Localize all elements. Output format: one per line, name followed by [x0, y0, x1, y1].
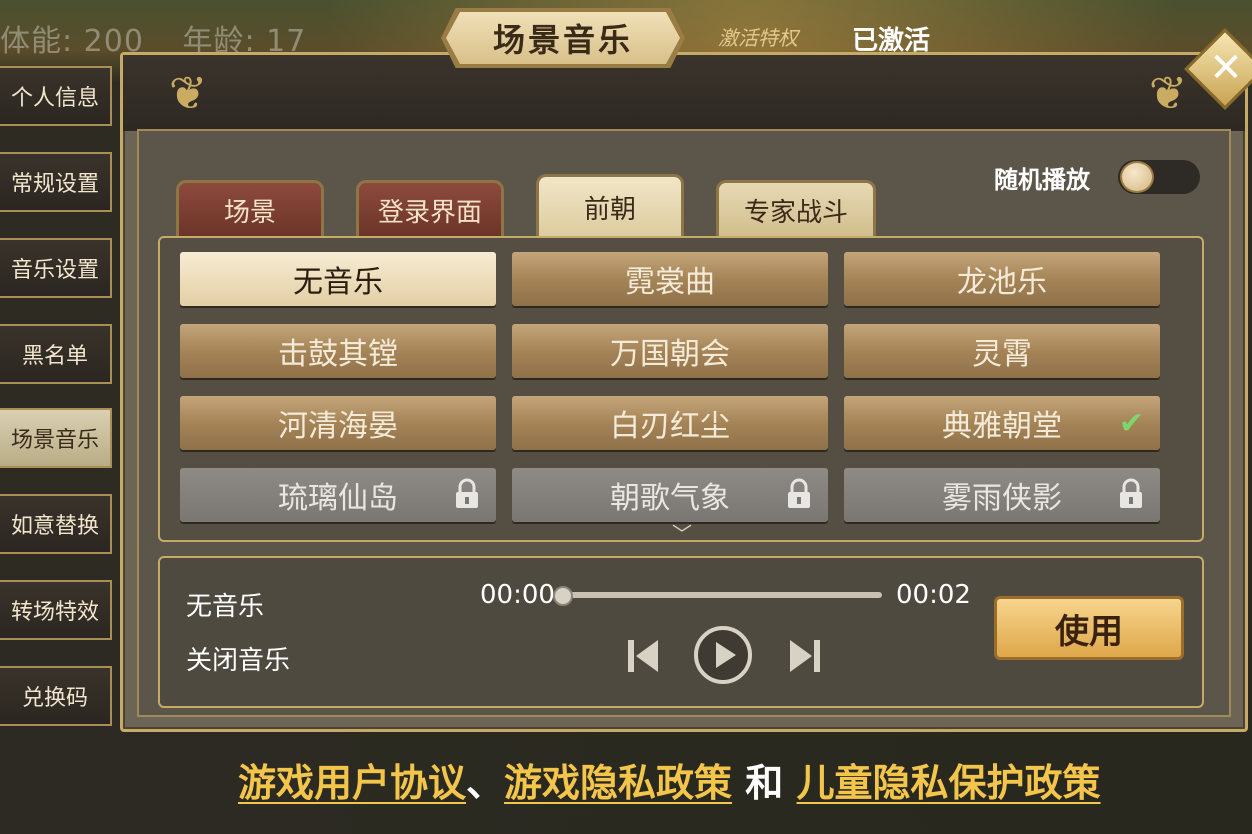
- sidebar-item-scene-music[interactable]: 场景音乐: [0, 408, 112, 468]
- tab-label: 场景: [223, 198, 276, 228]
- close-icon: ✕: [1209, 45, 1243, 91]
- lock-icon: [456, 478, 478, 508]
- sidebar-item-label: 音乐设置: [10, 258, 99, 283]
- song-title: 琉璃仙岛: [278, 481, 398, 516]
- sidebar-item-label: 个人信息: [10, 86, 99, 111]
- song-item[interactable]: 龙池乐: [844, 252, 1160, 306]
- checkmark-icon: ✔: [1118, 406, 1144, 441]
- song-title: 霓裳曲: [625, 265, 715, 300]
- song-title: 雾雨侠影: [942, 481, 1062, 516]
- progress-thumb[interactable]: [553, 586, 573, 606]
- next-track-icon[interactable]: [788, 636, 822, 676]
- random-play-label: 随机播放: [994, 166, 1090, 194]
- progress-track[interactable]: [564, 592, 882, 598]
- sidebar-item-general-settings[interactable]: 常规设置: [0, 152, 112, 212]
- tab-scene[interactable]: 场景: [176, 180, 324, 238]
- song-title: 白刃红尘: [610, 409, 730, 444]
- song-item[interactable]: 朝歌气象: [512, 468, 828, 522]
- random-play-toggle-knob[interactable]: [1120, 161, 1154, 193]
- song-title: 万国朝会: [610, 337, 730, 372]
- song-item[interactable]: 典雅朝堂 ✔: [844, 396, 1160, 450]
- privilege-status: 已激活: [852, 26, 931, 56]
- sidebar-item-redeem-code[interactable]: 兑换码: [0, 666, 112, 726]
- use-button[interactable]: 使用: [994, 596, 1184, 660]
- song-title: 龙池乐: [957, 265, 1047, 300]
- song-title: 无音乐: [293, 265, 383, 300]
- song-item[interactable]: 白刃红尘: [512, 396, 828, 450]
- tab-label: 专家战斗: [743, 198, 848, 228]
- lock-icon: [788, 478, 810, 508]
- tab-label: 登录界面: [377, 198, 482, 228]
- song-item[interactable]: 河清海晏: [180, 396, 496, 450]
- song-item[interactable]: 万国朝会: [512, 324, 828, 378]
- song-item[interactable]: 琉璃仙岛: [180, 468, 496, 522]
- lock-icon: [1120, 478, 1142, 508]
- tab-login-screen[interactable]: 登录界面: [356, 180, 504, 238]
- chevron-down-icon[interactable]: ﹀: [666, 522, 698, 546]
- play-icon: [716, 642, 736, 668]
- dragon-ornament-icon: ❦: [168, 66, 208, 120]
- song-title: 朝歌气象: [610, 481, 730, 516]
- and-text: 和: [745, 761, 784, 805]
- use-button-label: 使用: [1055, 611, 1123, 652]
- previous-track-icon[interactable]: [626, 636, 660, 676]
- song-title: 击鼓其镗: [278, 337, 398, 372]
- user-agreement-link[interactable]: 游戏用户协议: [238, 761, 466, 805]
- sidebar-item-label: 场景音乐: [10, 428, 99, 453]
- play-button[interactable]: [694, 626, 752, 684]
- sidebar-item-music-settings[interactable]: 音乐设置: [0, 238, 112, 298]
- tab-front-court[interactable]: 前朝: [536, 174, 684, 238]
- policy-links: 游戏用户协议、游戏隐私政策 和 儿童隐私保护政策: [238, 752, 1101, 807]
- now-playing-title: 无音乐: [186, 592, 265, 622]
- child-privacy-link[interactable]: 儿童隐私保护政策: [797, 761, 1101, 805]
- panel-header: [123, 55, 1245, 131]
- current-time: 00:00: [480, 580, 555, 610]
- privacy-policy-link[interactable]: 游戏隐私政策: [504, 761, 732, 805]
- song-item[interactable]: 灵霄: [844, 324, 1160, 378]
- sidebar-item-profile[interactable]: 个人信息: [0, 66, 112, 126]
- sidebar-item-label: 兑换码: [21, 686, 88, 711]
- total-time: 00:02: [896, 580, 971, 610]
- sidebar-item-transition-effects[interactable]: 转场特效: [0, 580, 112, 640]
- sidebar-item-label: 转场特效: [10, 600, 99, 625]
- sidebar-item-label: 黑名单: [21, 344, 88, 369]
- song-title: 典雅朝堂: [942, 409, 1062, 444]
- song-item[interactable]: 无音乐: [180, 252, 496, 306]
- sidebar-item-label: 常规设置: [10, 172, 99, 197]
- song-item[interactable]: 霓裳曲: [512, 252, 828, 306]
- song-title: 灵霄: [972, 337, 1032, 372]
- privilege-badge[interactable]: 激活特权: [718, 22, 798, 51]
- sidebar-item-ruyi-replace[interactable]: 如意替换: [0, 494, 112, 554]
- separator: 、: [466, 761, 505, 805]
- tab-expert-battle[interactable]: 专家战斗: [716, 180, 876, 238]
- tab-label: 前朝: [583, 195, 636, 225]
- song-item[interactable]: 雾雨侠影: [844, 468, 1160, 522]
- page-title: 场景音乐: [446, 12, 680, 64]
- song-item[interactable]: 击鼓其镗: [180, 324, 496, 378]
- sidebar-item-label: 如意替换: [10, 514, 99, 539]
- song-title: 河清海晏: [278, 409, 398, 444]
- sidebar-item-blacklist[interactable]: 黑名单: [0, 324, 112, 384]
- now-playing-subtitle: 关闭音乐: [186, 646, 291, 676]
